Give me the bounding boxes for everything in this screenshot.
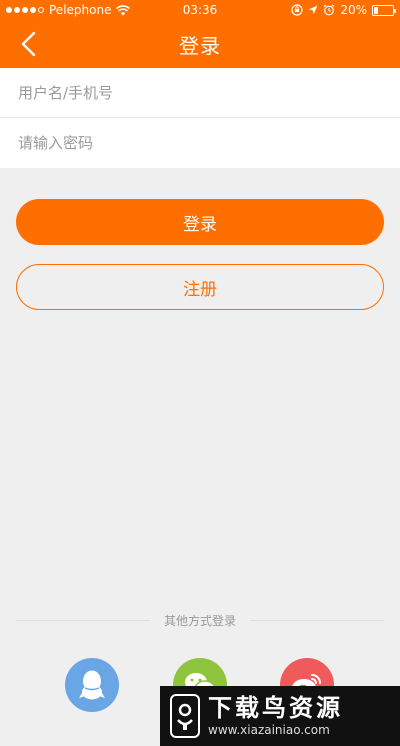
password-input[interactable] (18, 134, 382, 152)
watermark-logo (170, 694, 200, 738)
nav-bar: 登录 (0, 20, 400, 68)
qq-login-button[interactable] (65, 658, 119, 712)
battery-icon (372, 4, 396, 16)
alarm-icon (323, 4, 335, 16)
battery-percent: 20% (340, 3, 367, 17)
wifi-icon (116, 4, 131, 15)
header: Pelephone 03:36 20% 登录 (0, 0, 400, 68)
watermark-banner: 下载鸟资源 www.xiazainiao.com (160, 686, 400, 746)
username-row (0, 68, 400, 118)
chevron-left-icon (21, 31, 36, 57)
battery-fill (374, 6, 378, 14)
other-login-divider: 其他方式登录 (16, 612, 385, 629)
back-button[interactable] (10, 24, 46, 64)
carrier-name: Pelephone (49, 3, 112, 17)
status-right: 20% (291, 3, 396, 17)
status-bar: Pelephone 03:36 20% (0, 0, 400, 20)
divider-line-left (16, 620, 150, 621)
login-button[interactable]: 登录 (16, 199, 384, 245)
watermark-url: www.xiazainiao.com (208, 723, 330, 737)
page-title: 登录 (179, 33, 221, 58)
status-left: Pelephone (6, 3, 131, 17)
watermark-text: 下载鸟资源 www.xiazainiao.com (208, 694, 343, 738)
location-icon (308, 5, 318, 15)
divider-line-right (250, 620, 385, 621)
password-row (0, 118, 400, 168)
other-login-label: 其他方式登录 (164, 614, 237, 628)
qq-icon (79, 670, 105, 700)
signal-icon (6, 7, 44, 13)
login-form (0, 68, 400, 168)
rotation-lock-icon (291, 4, 303, 16)
username-input[interactable] (18, 83, 382, 102)
bird-icon (177, 703, 193, 730)
watermark-title: 下载鸟资源 (208, 694, 343, 722)
register-button[interactable]: 注册 (16, 264, 384, 310)
